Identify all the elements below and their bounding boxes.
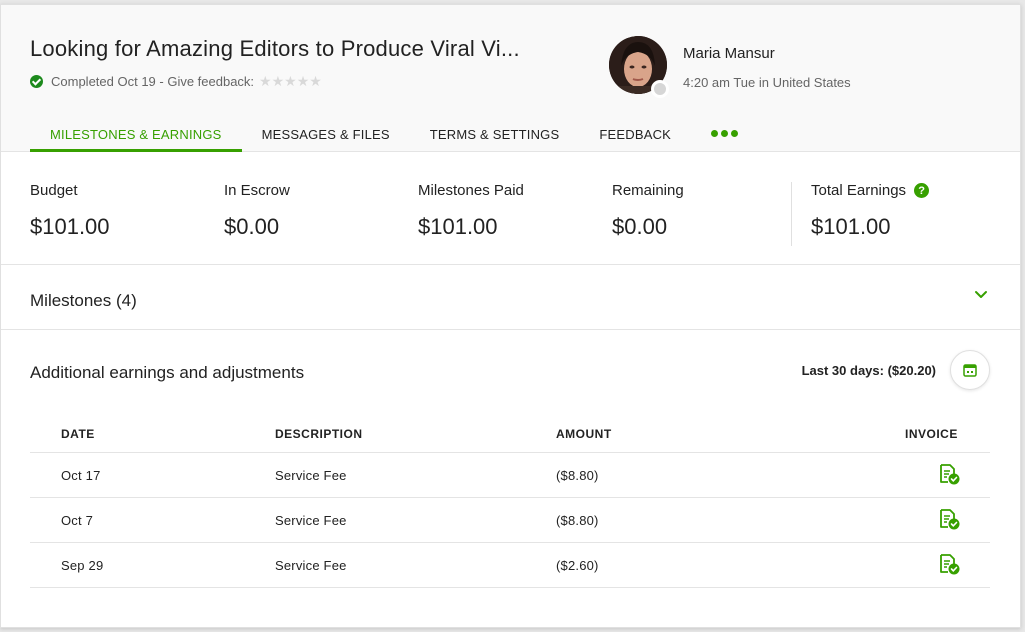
row-amount: ($2.60) [556,558,599,573]
stat-value: $0.00 [224,214,280,239]
additional-earnings-title: Additional earnings and adjustments [30,363,305,382]
stat-value: $101.00 [30,214,110,239]
chevron-down-icon[interactable] [974,288,988,302]
contract-header: Looking for Amazing Editors to Produce V… [1,5,1020,152]
milestones-title: Milestones (4) [30,291,137,310]
contract-status: Completed Oct 19 - Give feedback: ★★★★★ [30,73,322,90]
tab-terms-settings[interactable]: TERMS & SETTINGS [410,123,580,152]
stat-label: In Escrow [224,182,290,199]
table-header: DATE DESCRIPTION AMOUNT INVOICE [30,418,990,453]
user-name[interactable]: Maria Mansur [683,45,775,62]
row-date: Oct 7 [61,513,94,528]
date-range-button[interactable] [950,350,990,390]
more-dots-icon [711,130,739,137]
stat-milestones-paid: Milestones Paid $101.00 [418,182,524,240]
feedback-stars[interactable]: ★★★★★ [259,73,322,90]
stat-remaining: Remaining $0.00 [612,182,684,240]
earnings-stats: Budget $101.00 In Escrow $0.00 Milestone… [1,152,1020,265]
calendar-icon [963,364,977,377]
check-circle-icon [30,75,43,88]
invoice-check-icon[interactable] [938,463,960,485]
column-header-description: DESCRIPTION [275,427,363,441]
stat-label-text: Total Earnings [811,182,907,199]
row-description: Service Fee [275,558,347,573]
table-row: Sep 29 Service Fee ($2.60) [30,543,990,588]
stat-total-earnings: Total Earnings ? $101.00 [811,182,930,240]
presence-indicator [651,80,669,98]
stat-label: Budget [30,182,78,199]
tab-messages-files[interactable]: MESSAGES & FILES [242,123,410,152]
row-description: Service Fee [275,468,347,483]
table-row: Oct 17 Service Fee ($8.80) [30,453,990,498]
table-row: Oct 7 Service Fee ($8.80) [30,498,990,543]
stat-label: Total Earnings ? [811,182,930,199]
row-description: Service Fee [275,513,347,528]
column-header-invoice: INVOICE [905,427,958,441]
tab-bar: MILESTONES & EARNINGS MESSAGES & FILES T… [30,123,758,152]
status-text: Completed Oct 19 - Give feedback: [51,74,255,89]
invoice-check-icon[interactable] [938,553,960,575]
milestones-section[interactable]: Milestones (4) [1,266,1020,330]
help-icon[interactable]: ? [914,183,930,198]
row-amount: ($8.80) [556,468,599,483]
adjustments-table: DATE DESCRIPTION AMOUNT INVOICE Oct 17 S… [30,418,990,588]
stats-divider [791,182,792,246]
tab-feedback[interactable]: FEEDBACK [579,123,691,152]
more-tabs-button[interactable] [691,123,758,152]
user-local-time: 4:20 am Tue in United States [683,75,851,90]
stat-value: $101.00 [811,214,891,239]
stat-value: $101.00 [418,214,498,239]
row-date: Sep 29 [61,558,104,573]
column-header-date: DATE [61,427,95,441]
row-amount: ($8.80) [556,513,599,528]
row-date: Oct 17 [61,468,101,483]
invoice-check-icon[interactable] [938,508,960,530]
stat-label: Remaining [612,182,684,199]
stat-label: Milestones Paid [418,182,524,199]
contract-title: Looking for Amazing Editors to Produce V… [30,36,520,61]
column-header-amount: AMOUNT [556,427,612,441]
stat-value: $0.00 [612,214,668,239]
stat-in-escrow: In Escrow $0.00 [224,182,290,240]
contract-card: Looking for Amazing Editors to Produce V… [0,4,1021,628]
last-30-days-summary: Last 30 days: ($20.20) [801,363,936,378]
stat-budget: Budget $101.00 [30,182,110,240]
tab-milestones-earnings[interactable]: MILESTONES & EARNINGS [30,123,242,152]
